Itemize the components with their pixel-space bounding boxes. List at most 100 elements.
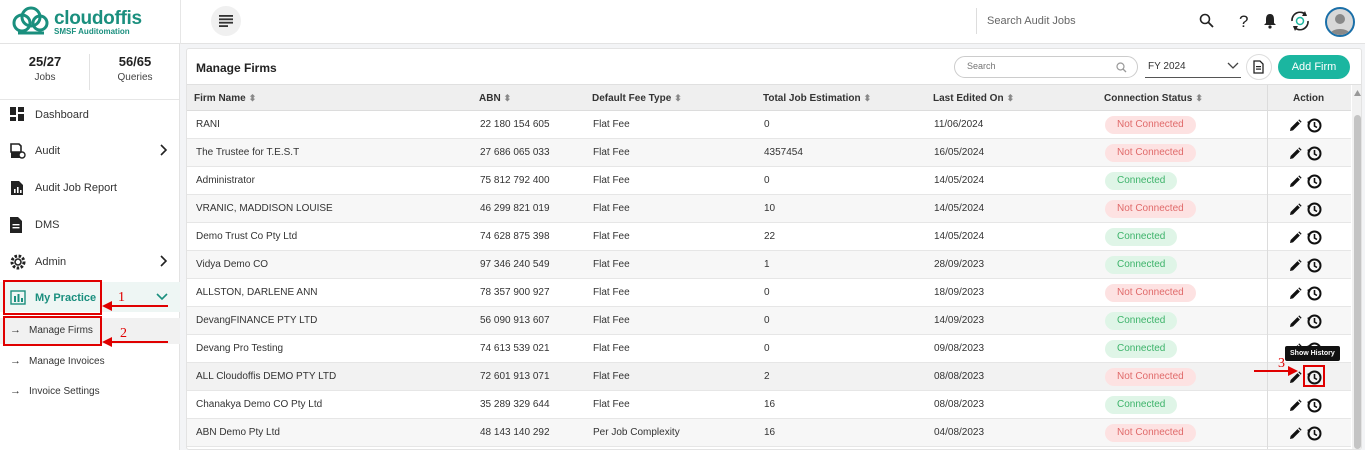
export-button[interactable] (1246, 54, 1272, 80)
table-row[interactable]: ALL Cloudoffis DEMO PTY LTD 72 601 913 07… (187, 363, 1351, 391)
queries-label: Queries (117, 72, 153, 83)
sidebar-item-admin[interactable]: Admin (0, 247, 180, 277)
table-row[interactable]: Demo Trust Co Pty Ltd 74 628 875 398 Flat … (187, 223, 1351, 251)
edit-pencil-icon[interactable] (1288, 287, 1302, 301)
column-header-firm-name[interactable]: Firm Name ⬍ (194, 93, 256, 104)
fee-type-cell: Flat Fee (593, 399, 630, 410)
table-row[interactable]: Administrator 75 812 792 400 Flat Fee 0 14/0… (187, 167, 1351, 195)
help-icon[interactable]: ? (1237, 10, 1251, 32)
sidebar-subitem-manage-invoices[interactable]: → Manage Invoices (0, 349, 180, 375)
firm-search-input[interactable] (967, 61, 1107, 71)
edit-pencil-icon[interactable] (1288, 315, 1302, 329)
edit-pencil-icon[interactable] (1288, 203, 1302, 217)
history-icon[interactable] (1306, 313, 1322, 329)
add-firm-button[interactable]: Add Firm (1278, 55, 1350, 79)
row-actions (1288, 172, 1328, 190)
logo[interactable]: cloudoffis SMSF Auditomation (10, 6, 180, 38)
edit-pencil-icon[interactable] (1288, 175, 1302, 189)
gear-icon (10, 254, 26, 270)
column-header-label: Default Fee Type (592, 93, 672, 104)
table-row[interactable]: Chanakya Demo CO Pty Ltd 35 289 329 644 Fl… (187, 391, 1351, 419)
edit-pencil-icon[interactable] (1288, 427, 1302, 441)
sidebar-item-audit[interactable]: Audit (0, 136, 180, 166)
history-icon[interactable] (1306, 117, 1322, 133)
audit-jobs-search[interactable]: Search Audit Jobs (976, 8, 1222, 34)
queries-count: 56/65 (118, 54, 152, 69)
avatar[interactable] (1325, 7, 1355, 37)
fiscal-year-select[interactable]: FY 2024 (1145, 56, 1241, 78)
column-header-connection-status[interactable]: Connection Status ⬍ (1104, 93, 1203, 104)
table-row[interactable]: DevangFINANCE PTY LTD 56 090 913 607 Flat … (187, 307, 1351, 335)
fee-type-cell: Flat Fee (593, 147, 630, 158)
row-actions (1288, 228, 1328, 246)
history-icon[interactable] (1306, 229, 1322, 245)
estimation-cell: 2 (764, 371, 770, 382)
last-edited-cell: 11/06/2024 (934, 119, 984, 130)
report-icon (11, 181, 23, 195)
fee-type-cell: Flat Fee (593, 231, 630, 242)
search-icon (1116, 62, 1127, 73)
abn-cell: 46 299 821 019 (480, 203, 550, 214)
sync-icon[interactable] (1288, 9, 1312, 33)
table-row[interactable]: Devang Pro Testing 74 613 539 021 Flat Fee… (187, 335, 1351, 363)
queries-stat[interactable]: 56/65 Queries (90, 54, 180, 83)
firm-name-cell: ABN Demo Pty Ltd (196, 427, 280, 438)
firm-name-cell: VRANIC, MADDISON LOUISE (196, 203, 333, 214)
table-row[interactable]: ALLSTON, DARLENE ANN 78 357 900 927 Flat F… (187, 279, 1351, 307)
sidebar-item-dashboard[interactable]: Dashboard (0, 100, 180, 130)
column-header-abn[interactable]: ABN ⬍ (479, 93, 511, 104)
sidebar-subitem-invoice-settings[interactable]: → Invoice Settings (0, 379, 180, 405)
column-header-last-edited[interactable]: Last Edited On ⬍ (933, 93, 1014, 104)
abn-cell: 74 613 539 021 (480, 343, 550, 354)
scroll-up-icon[interactable] (1354, 90, 1361, 96)
history-icon[interactable] (1306, 425, 1322, 441)
annotation-box-manage-firms (3, 316, 102, 346)
annotation-box-my-practice (3, 280, 102, 315)
sidebar-item-label: Audit (35, 145, 61, 157)
last-edited-cell: 18/09/2023 (934, 287, 985, 298)
audit-jobs-search-input[interactable]: Search Audit Jobs (987, 15, 1076, 27)
firm-name-cell: Administrator (196, 175, 255, 186)
edit-pencil-icon[interactable] (1288, 259, 1302, 273)
scrollbar[interactable] (1352, 85, 1361, 449)
table-row[interactable]: VRANIC, MADDISON LOUISE 46 299 821 019 Fla… (187, 195, 1351, 223)
last-edited-cell: 09/08/2023 (934, 343, 985, 354)
firm-name-cell: Vidya Demo CO (196, 259, 269, 270)
column-header-fee-type[interactable]: Default Fee Type ⬍ (592, 93, 682, 104)
scrollbar-thumb[interactable] (1354, 115, 1361, 449)
sort-icon: ⬍ (674, 93, 682, 103)
history-icon[interactable] (1306, 201, 1322, 217)
row-actions (1288, 144, 1328, 162)
sidebar-item-dms[interactable]: DMS (0, 210, 180, 240)
edit-pencil-icon[interactable] (1288, 231, 1302, 245)
menu-toggle-button[interactable] (211, 6, 241, 36)
table-row[interactable]: The Trustee for T.E.S.T 27 686 065 033 Fla… (187, 139, 1351, 167)
history-icon[interactable] (1306, 173, 1322, 189)
row-actions (1288, 312, 1328, 330)
edit-pencil-icon[interactable] (1288, 399, 1302, 413)
jobs-stat[interactable]: 25/27 Jobs (0, 54, 90, 83)
row-actions (1288, 284, 1328, 302)
bell-icon[interactable] (1263, 13, 1277, 29)
chevron-right-icon (160, 255, 168, 267)
column-header-estimation[interactable]: Total Job Estimation ⬍ (763, 93, 871, 104)
firm-search[interactable] (954, 56, 1138, 78)
sidebar-item-label: Audit Job Report (35, 182, 117, 194)
edit-pencil-icon[interactable] (1288, 147, 1302, 161)
history-icon[interactable] (1306, 257, 1322, 273)
edit-pencil-icon[interactable] (1288, 119, 1302, 133)
history-icon[interactable] (1306, 397, 1322, 413)
sidebar-item-audit-job-report[interactable]: Audit Job Report (0, 173, 180, 203)
history-icon[interactable] (1306, 145, 1322, 161)
table-row[interactable]: RANI 22 180 154 605 Flat Fee 0 11/06/2024 Not… (187, 111, 1351, 139)
annotation-number: 3 (1278, 356, 1285, 371)
annotation-arrow-icon (102, 301, 168, 311)
history-icon[interactable] (1306, 285, 1322, 301)
abn-cell: 97 346 240 549 (480, 259, 550, 270)
sort-icon: ⬍ (503, 93, 512, 103)
table-row[interactable]: Vidya Demo CO 97 346 240 549 Flat Fee 1 28/0… (187, 251, 1351, 279)
table-row[interactable]: ABN Demo Pty Ltd 48 143 140 292 Per Job Co… (187, 419, 1351, 447)
search-icon[interactable] (1199, 13, 1214, 28)
sidebar-item-label: Dashboard (35, 109, 89, 121)
abn-cell: 27 686 065 033 (480, 147, 550, 158)
